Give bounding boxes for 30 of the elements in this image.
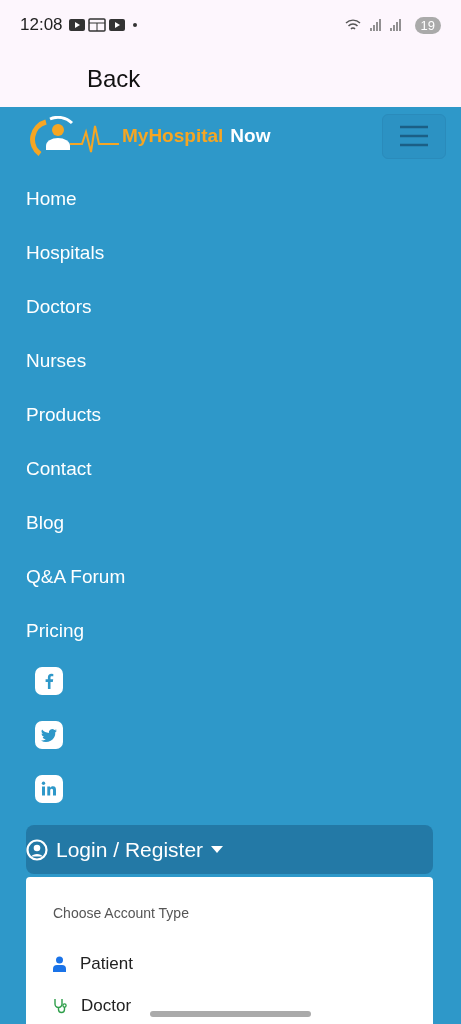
notification-icons-drawing bbox=[68, 18, 139, 32]
logo-icon bbox=[30, 116, 120, 156]
user-circle-icon bbox=[26, 838, 48, 861]
stethoscope-icon bbox=[53, 998, 67, 1014]
menu-icon bbox=[400, 125, 428, 147]
nav-link[interactable]: Doctors bbox=[26, 280, 92, 334]
menu-header: Choose Account Type bbox=[53, 905, 190, 921]
menu-item[interactable]: Doctor bbox=[53, 985, 132, 1024]
nav-link[interactable]: Hospitals bbox=[26, 226, 105, 280]
back-button[interactable]: Back bbox=[87, 64, 141, 93]
brand-suffix: Now bbox=[230, 125, 271, 147]
nav-link[interactable]: Pricing bbox=[26, 604, 85, 658]
nav-link[interactable]: Home bbox=[26, 172, 77, 226]
menu-button[interactable] bbox=[382, 113, 446, 159]
brand-name: MyHospital bbox=[122, 125, 224, 147]
nav-link[interactable]: Nurses bbox=[26, 334, 87, 388]
menu-item[interactable]: Patient bbox=[53, 943, 133, 985]
nav-link[interactable]: Q&A Forum bbox=[26, 550, 126, 604]
caret-icon bbox=[211, 845, 224, 854]
battery-level: 19 bbox=[414, 16, 441, 34]
nav-link[interactable]: Products bbox=[26, 388, 101, 442]
nav-link[interactable]: Blog bbox=[26, 496, 65, 550]
linkedin-icon[interactable] bbox=[35, 775, 63, 803]
status-time: 12:08 bbox=[20, 15, 63, 35]
person-icon bbox=[53, 956, 66, 972]
twitter-icon[interactable] bbox=[35, 721, 63, 749]
gesture-handle[interactable] bbox=[150, 1011, 311, 1017]
nav-link[interactable]: Contact bbox=[26, 442, 92, 496]
login-register-button[interactable]: Login / Register bbox=[26, 825, 433, 874]
facebook-icon[interactable] bbox=[35, 667, 63, 695]
